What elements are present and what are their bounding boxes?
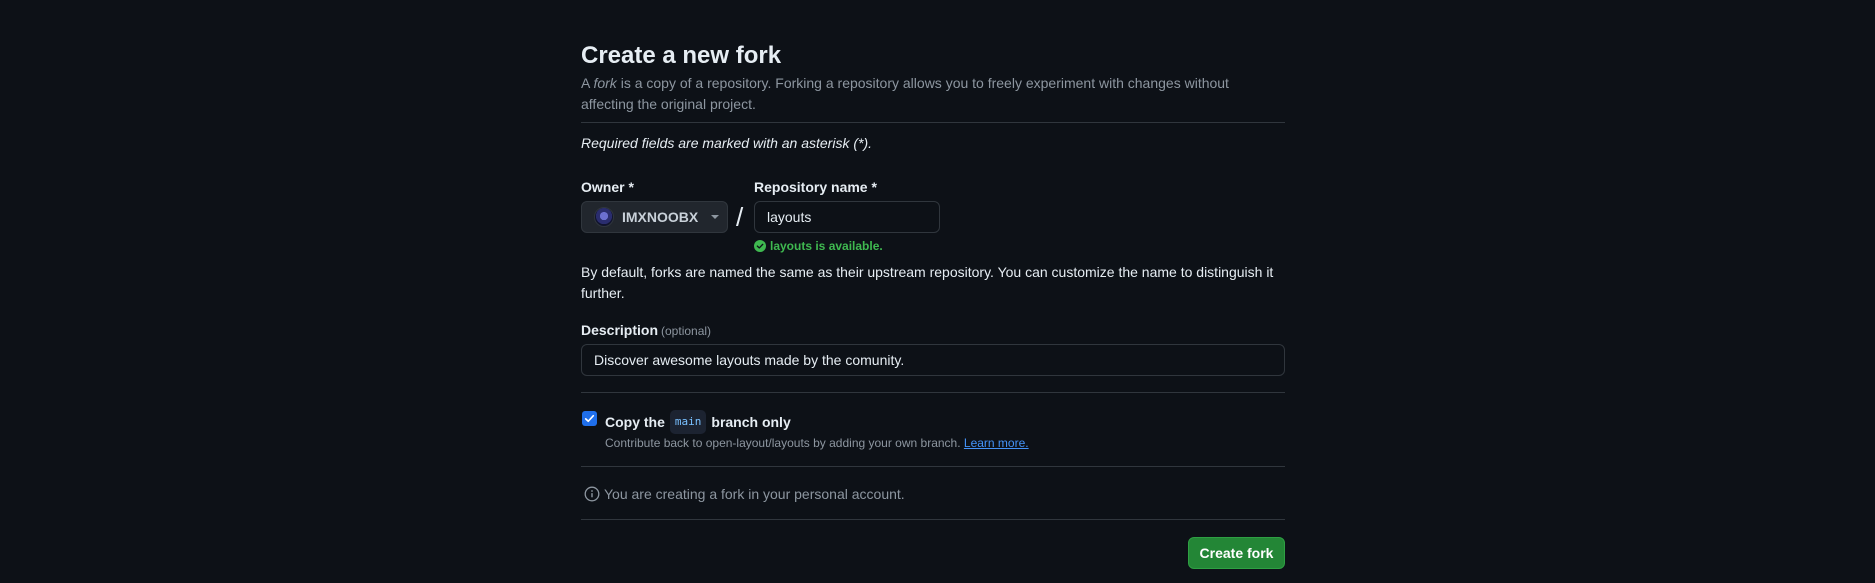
description-label: Description (optional) xyxy=(581,320,711,341)
personal-account-info: You are creating a fork in your personal… xyxy=(584,484,905,504)
owner-name: IMXNOOBX xyxy=(622,209,699,225)
branch-name-code: main xyxy=(669,410,707,434)
divider xyxy=(581,392,1285,393)
default-name-note: By default, forks are named the same as … xyxy=(581,264,1274,301)
repo-name-label: Repository name * xyxy=(754,179,877,195)
repo-name-input[interactable] xyxy=(754,201,940,233)
availability-text: layouts is available. xyxy=(770,239,883,253)
owner-repo-separator: / xyxy=(736,202,744,232)
copy-label-suffix: branch only xyxy=(711,414,791,430)
learn-more-link[interactable]: Learn more. xyxy=(964,436,1029,450)
page-subtitle: A fork is a copy of a repository. Forkin… xyxy=(581,73,1285,115)
divider xyxy=(581,519,1285,520)
create-fork-button[interactable]: Create fork xyxy=(1188,537,1285,569)
subtitle-rest: is a copy of a repository. Forking a rep… xyxy=(581,75,1229,112)
owner-dropdown[interactable]: IMXNOOBX xyxy=(581,201,728,233)
contribute-note: Contribute back to open-layout/layouts b… xyxy=(605,434,1029,452)
required-fields-note: Required fields are marked with an aster… xyxy=(581,135,873,151)
owner-label: Owner * xyxy=(581,179,634,195)
description-label-text: Description xyxy=(581,322,659,338)
copy-branch-label[interactable]: Copy the main branch only xyxy=(605,410,791,434)
contribute-text: Contribute back to open-layout/layouts b… xyxy=(605,436,961,450)
checkmark-icon xyxy=(584,414,595,423)
divider xyxy=(581,122,1285,123)
subtitle-fork-term: fork xyxy=(593,75,617,91)
optional-tag: (optional) xyxy=(661,324,712,338)
subtitle-prefix: A xyxy=(581,75,594,91)
chevron-down-icon xyxy=(711,215,719,219)
availability-status: layouts is available. xyxy=(754,237,883,255)
divider xyxy=(581,466,1285,467)
check-circle-icon xyxy=(754,240,766,252)
copy-label-prefix: Copy the xyxy=(605,414,665,430)
page-title: Create a new fork xyxy=(581,42,782,69)
avatar xyxy=(594,207,614,227)
info-text: You are creating a fork in your personal… xyxy=(604,486,905,502)
info-icon xyxy=(584,486,600,502)
description-input[interactable] xyxy=(581,344,1285,376)
copy-main-branch-checkbox[interactable] xyxy=(582,411,597,426)
